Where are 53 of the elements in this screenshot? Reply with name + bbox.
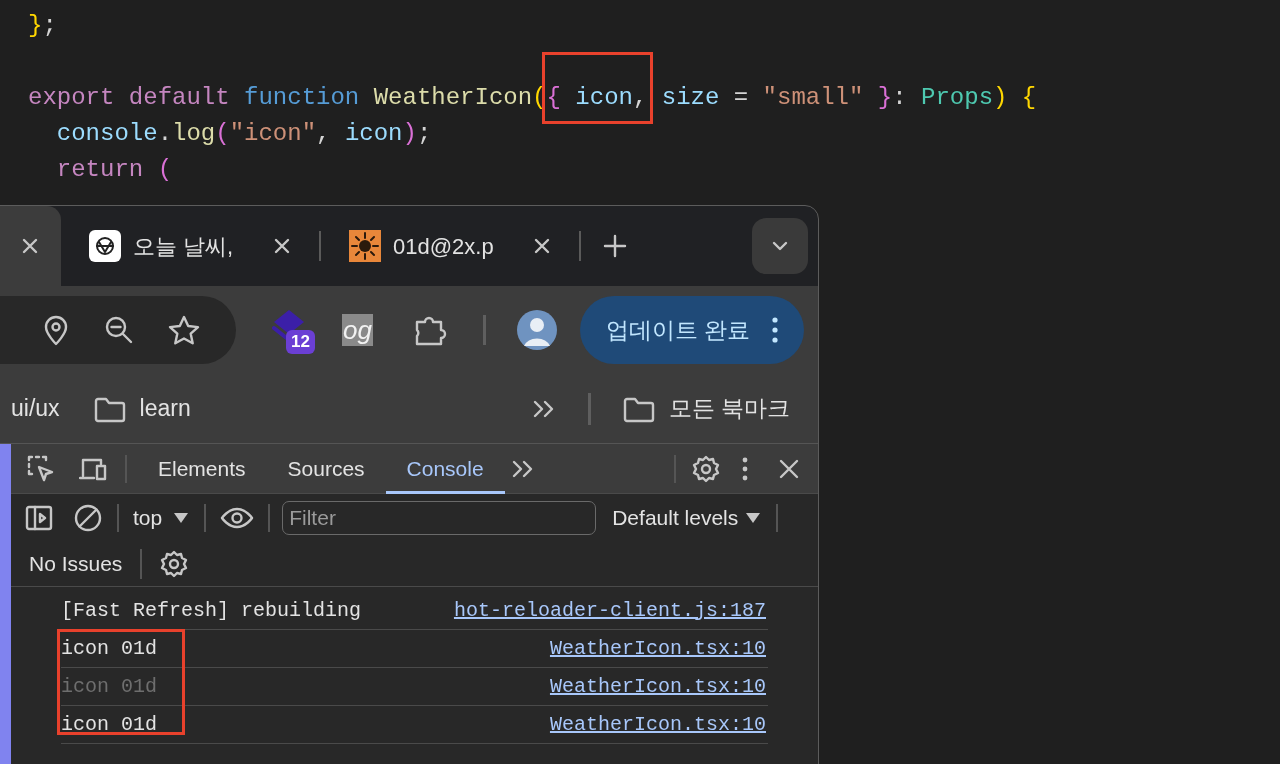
devtools-tab[interactable]: Elements	[137, 443, 267, 494]
browser-tab[interactable]: 오늘 날씨,	[61, 206, 319, 286]
devtools-tab[interactable]: Sources	[266, 443, 386, 494]
favicon-icon	[89, 230, 121, 262]
close-icon[interactable]	[778, 457, 800, 480]
clear-icon[interactable]	[73, 502, 103, 533]
close-icon[interactable]	[533, 237, 551, 255]
close-icon[interactable]	[21, 237, 39, 255]
settings-icon[interactable]	[692, 454, 720, 483]
more-icon	[772, 316, 779, 344]
new-tab-icon[interactable]	[603, 234, 627, 258]
devtools-tab[interactable]: Console	[385, 443, 505, 494]
profile-avatar-icon[interactable]	[515, 309, 558, 351]
location-pin-icon[interactable]	[42, 314, 70, 346]
code-line: export default function WeatherIcon({ icon, size = "small" }: Props) {	[28, 83, 1037, 113]
zoom-out-icon[interactable]	[104, 315, 134, 345]
levels-dropdown[interactable]: Default levels	[612, 501, 761, 534]
tab-title: 오늘 날씨,	[133, 232, 235, 261]
source-link[interactable]: WeatherIcon.tsx:10	[549, 633, 766, 664]
eye-icon[interactable]	[220, 505, 255, 530]
code-line: console.log("icon", icon);	[55, 119, 432, 149]
chevron-down-icon	[771, 240, 789, 252]
console-message: icon 01d	[61, 635, 157, 662]
dropdown-arrow-icon	[174, 512, 189, 523]
code-line: };	[28, 11, 57, 41]
bookmark-item[interactable]: learn	[93, 391, 191, 426]
close-icon[interactable]	[273, 237, 291, 255]
more-icon[interactable]	[742, 456, 748, 481]
double-chevron-icon[interactable]	[531, 398, 556, 419]
filter-field[interactable]: Filter	[282, 500, 597, 535]
dropdown-arrow-icon	[746, 512, 761, 523]
sidebar-icon[interactable]	[25, 503, 53, 532]
tab-title: 01d@2x.p	[393, 232, 495, 261]
console-message: icon 01d	[61, 711, 157, 738]
address-bar[interactable]	[0, 296, 236, 364]
settings-icon[interactable]	[160, 549, 189, 578]
source-link[interactable]: WeatherIcon.tsx:10	[549, 671, 766, 702]
code-line: return (	[55, 155, 173, 185]
more-tabs-icon[interactable]	[510, 458, 535, 479]
source-link[interactable]: WeatherIcon.tsx:10	[549, 709, 766, 740]
issues-count[interactable]: No Issues	[29, 547, 123, 580]
browser-tab[interactable]: 01d@2x.p	[321, 206, 579, 286]
source-link[interactable]: hot-reloader-client.js:187	[453, 595, 766, 626]
console-message: icon 01d	[61, 673, 157, 700]
extension-badge: 12	[286, 330, 315, 354]
bookmark-item[interactable]: 모든 북마크	[622, 391, 790, 426]
bookmark-item[interactable]: ui/ux	[11, 391, 60, 426]
context-selector[interactable]: top	[133, 501, 189, 534]
sun-icon	[349, 230, 381, 262]
star-icon[interactable]	[168, 315, 200, 345]
console-message: [Fast Refresh] rebuilding	[61, 597, 362, 624]
inspect-icon[interactable]	[27, 454, 55, 483]
update-button[interactable]: 업데이트 완료	[579, 296, 804, 364]
